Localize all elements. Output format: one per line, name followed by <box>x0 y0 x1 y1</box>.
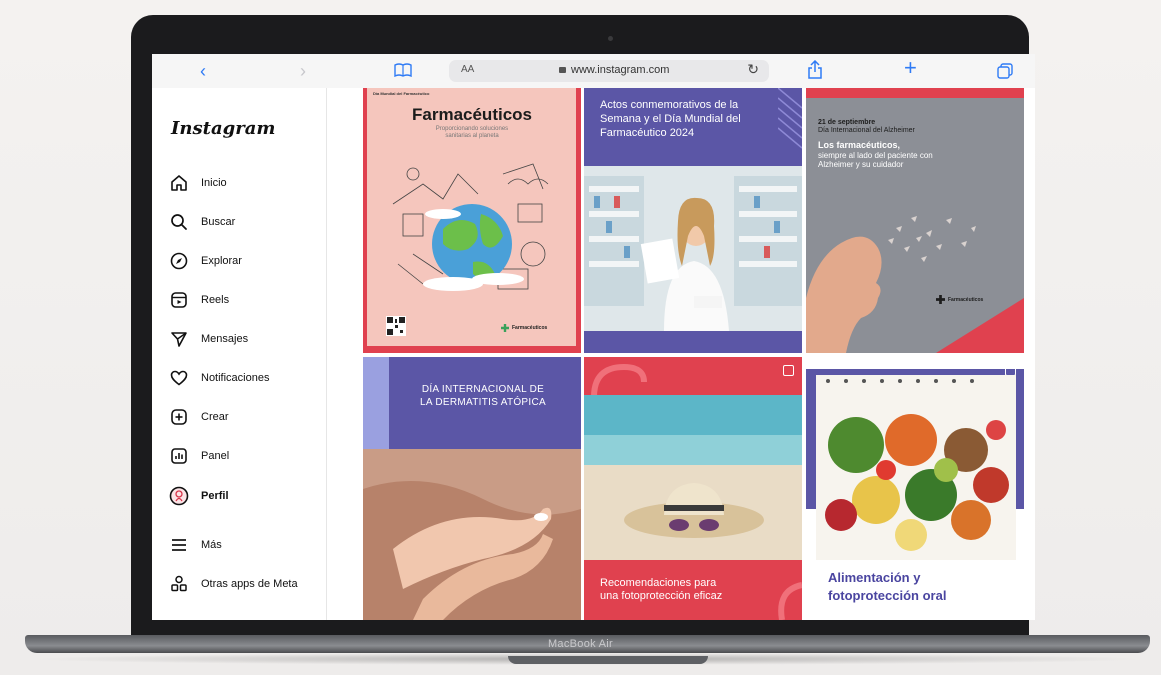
browser-toolbar: ‹ › AA www.instagram.com ↻ + <box>152 54 1035 89</box>
head-silhouette <box>806 216 1024 353</box>
post-grid: Día Mundial del Farmacéutico Farmacéutic… <box>327 88 1035 620</box>
sidebar-item-notificaciones[interactable]: Notificaciones <box>169 365 269 391</box>
heart-icon <box>169 368 189 388</box>
post-tile-actos[interactable]: Actos conmemorativos de la Semana y el D… <box>584 88 802 353</box>
swirl-decoration <box>778 582 802 620</box>
reload-icon[interactable]: ↻ <box>747 61 759 78</box>
sidebar-item-panel[interactable]: Panel <box>169 443 229 469</box>
post-kicker: Día Mundial del Farmacéutico <box>373 91 430 96</box>
url-text: www.instagram.com <box>571 64 670 76</box>
home-icon <box>169 173 189 193</box>
stripes-decoration <box>778 88 802 149</box>
plus-square-icon <box>169 407 189 427</box>
sidebar-item-perfil[interactable]: Perfil <box>169 483 229 509</box>
reels-icon <box>169 290 189 310</box>
cross-logo-icon <box>501 324 509 332</box>
post-footer-logo: Farmacéuticos <box>501 324 547 332</box>
sidebar-item-explorar[interactable]: Explorar <box>169 248 242 274</box>
menu-icon <box>169 535 189 555</box>
compass-icon <box>169 251 189 271</box>
post-title: DÍA INTERNACIONAL DE LA DERMATITIS ATÓPI… <box>420 384 546 408</box>
post-headline: Los farmacéuticos, <box>818 140 901 150</box>
search-icon <box>169 212 189 232</box>
sidebar-item-crear[interactable]: Crear <box>169 404 229 430</box>
address-bar[interactable]: AA www.instagram.com ↻ <box>449 60 769 82</box>
text-size-button[interactable]: AA <box>461 64 474 75</box>
post-tile-dermatitis[interactable]: DÍA INTERNACIONAL DE LA DERMATITIS ATÓPI… <box>363 357 581 620</box>
sidebar-item-inicio[interactable]: Inicio <box>169 170 227 196</box>
post-title: Actos conmemorativos de la Semana y el D… <box>600 99 741 139</box>
hands-photo <box>363 449 581 620</box>
avatar-icon <box>169 486 189 506</box>
sidebar-item-otras-apps[interactable]: Otras apps de Meta <box>169 571 298 597</box>
camera <box>608 36 613 41</box>
cross-logo-icon <box>936 295 945 304</box>
tabs-icon[interactable] <box>997 63 1013 84</box>
globe-illustration <box>392 163 549 291</box>
post-footer-logo: Farmacéuticos <box>936 295 983 304</box>
post-tile-farmaceuticos[interactable]: Día Mundial del Farmacéutico Farmacéutic… <box>363 88 581 353</box>
multi-post-icon <box>783 365 794 376</box>
post-body: siempre al lado del paciente con Alzheim… <box>818 151 933 169</box>
wave-decoration <box>591 363 647 397</box>
laptop-notch <box>508 656 708 664</box>
sidebar-item-reels[interactable]: Reels <box>169 287 229 313</box>
post-tile-fotoproteccion[interactable]: Recomendaciones para una fotoprotección … <box>584 357 802 620</box>
accent-bar <box>584 331 802 353</box>
plus-icon[interactable]: + <box>904 57 917 79</box>
vegetables-photo <box>816 375 1016 560</box>
share-icon[interactable] <box>807 59 823 85</box>
post-subtitle: Proporcionando soluciones sanitarias al … <box>435 126 509 139</box>
post-date: 21 de septiembre <box>818 119 876 126</box>
pharmacist-photo <box>584 166 802 331</box>
sidebar-item-mensajes[interactable]: Mensajes <box>169 326 248 352</box>
send-icon <box>169 329 189 349</box>
accent-top <box>806 88 1024 98</box>
chevron-left-icon[interactable]: ‹ <box>200 60 206 82</box>
beach-hat-photo <box>584 395 802 560</box>
sidebar-item-mas[interactable]: Más <box>169 532 222 558</box>
post-title: Recomendaciones para una fotoprotección … <box>600 577 723 602</box>
qr-code <box>386 316 406 336</box>
meta-apps-icon <box>169 574 189 594</box>
book-icon[interactable] <box>394 63 412 82</box>
lock-icon <box>559 67 566 73</box>
post-subtitle: Día Internacional del Alzheimer <box>818 127 915 134</box>
post-title: Alimentación y fotoprotección oral <box>828 570 947 603</box>
chart-icon <box>169 446 189 466</box>
post-tile-alzheimer[interactable]: 21 de septiembre Día Internacional del A… <box>806 88 1024 353</box>
instagram-logo[interactable]: Instagram <box>171 118 275 139</box>
sidebar-item-buscar[interactable]: Buscar <box>169 209 235 235</box>
post-title: Farmacéuticos <box>412 105 532 124</box>
screen: ‹ › AA www.instagram.com ↻ + Instagram I… <box>152 54 1035 620</box>
chevron-right-icon[interactable]: › <box>300 60 306 82</box>
device-label: MacBook Air <box>547 638 614 650</box>
post-tile-alimentacion[interactable]: Alimentación y fotoprotección oral <box>806 357 1024 620</box>
sidebar: Instagram Inicio Buscar Explorar Reels M… <box>152 88 327 620</box>
